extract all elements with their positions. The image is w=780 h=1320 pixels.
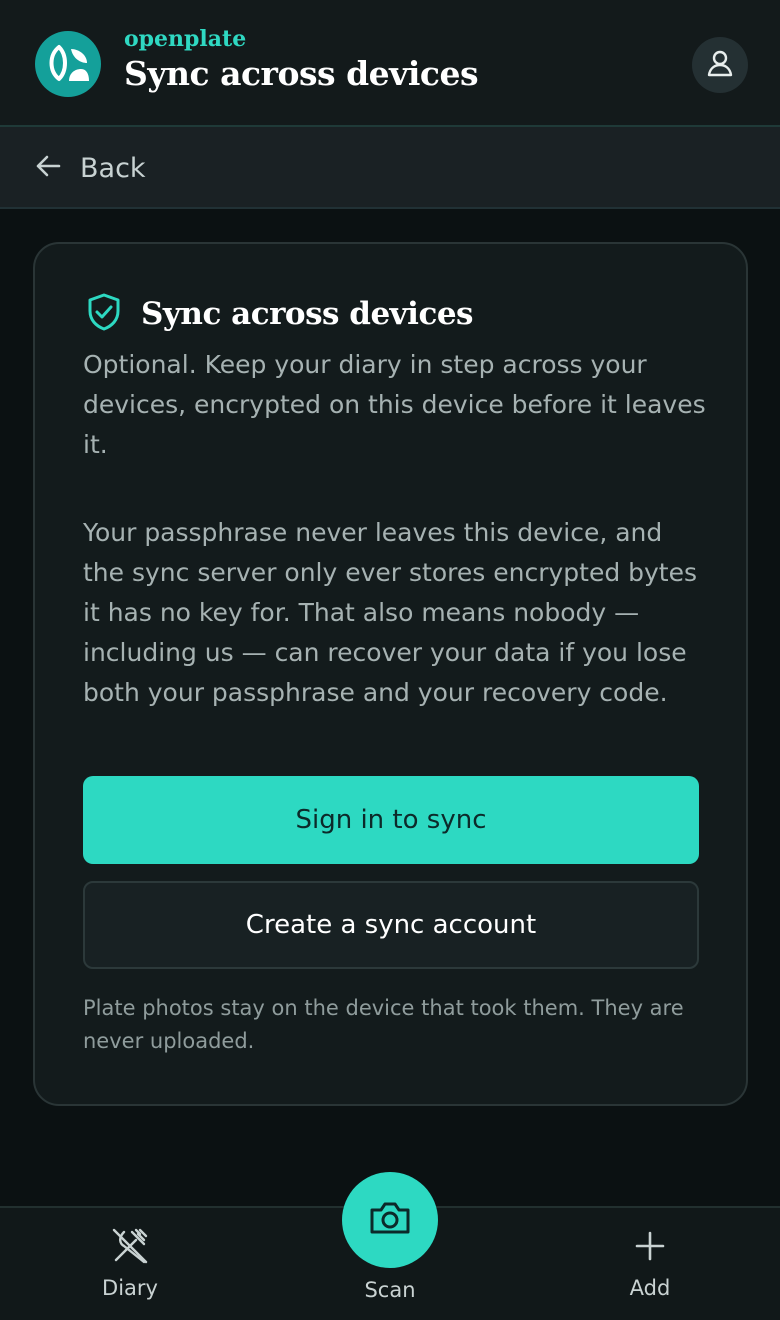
- sign-in-to-sync-button[interactable]: Sign in to sync: [83, 776, 699, 864]
- photo-privacy-note: Plate photos stay on the device that too…: [83, 996, 684, 1053]
- create-sync-account-button[interactable]: Create a sync account: [83, 881, 699, 969]
- back-label: Back: [80, 152, 146, 184]
- sync-card: Sync across devices Optional. Keep your …: [33, 242, 748, 1106]
- details-text: Your passphrase never leaves this device…: [83, 518, 698, 707]
- app-root: openplate Sync across devices Back Sync …: [0, 0, 780, 1320]
- intro-text: Optional. Keep your diary in step across…: [83, 350, 706, 459]
- nav-add-label: Add: [629, 1276, 671, 1300]
- app-header: openplate Sync across devices: [0, 0, 780, 127]
- back-button[interactable]: Back: [34, 145, 146, 191]
- nav-add[interactable]: Add: [580, 1226, 720, 1300]
- card-title: Sync across devices: [141, 296, 474, 332]
- shield-check-icon: [85, 292, 123, 336]
- brand-name: openplate: [124, 26, 247, 52]
- camera-icon: [367, 1198, 413, 1242]
- scan-button[interactable]: [342, 1172, 438, 1268]
- leaf-logo-icon: [35, 31, 101, 97]
- arrow-left-icon: [34, 152, 62, 184]
- user-icon: [706, 49, 734, 81]
- nav-scan-label: Scan: [364, 1278, 416, 1302]
- fork-knife-icon: [110, 1226, 150, 1270]
- nav-diary-label: Diary: [102, 1276, 158, 1300]
- card-header: Sync across devices: [85, 292, 474, 336]
- nav-diary[interactable]: Diary: [60, 1226, 200, 1300]
- page-title: Sync across devices: [124, 54, 479, 93]
- back-bar: Back: [0, 127, 780, 209]
- plus-icon: [630, 1226, 670, 1270]
- profile-button[interactable]: [692, 37, 748, 93]
